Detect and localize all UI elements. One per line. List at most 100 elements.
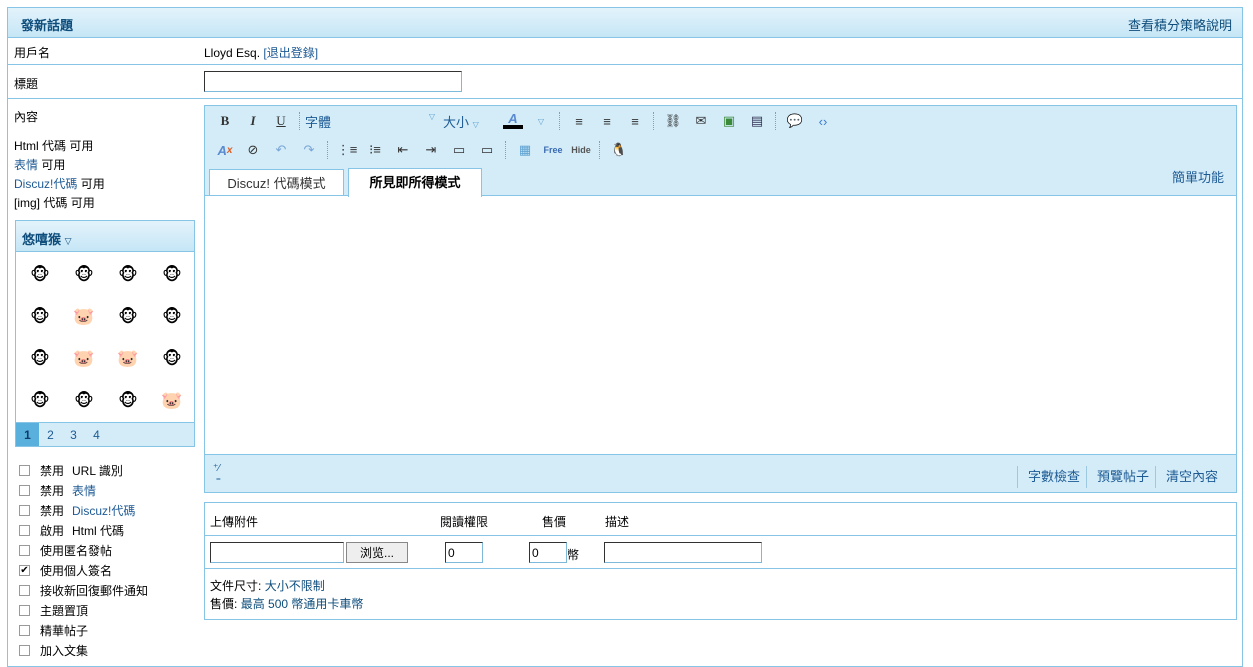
preview-button[interactable]: 預覽帖子 bbox=[1085, 466, 1149, 488]
smiley-icon[interactable]: 🐵 bbox=[62, 254, 106, 296]
unordered-list-icon[interactable]: ⁝≡ bbox=[361, 139, 389, 161]
checkbox[interactable] bbox=[19, 525, 30, 536]
unlink-icon[interactable]: ⊘ bbox=[239, 139, 267, 161]
free-icon[interactable]: Free bbox=[539, 139, 567, 161]
smiley-icon[interactable]: 🐵 bbox=[18, 338, 62, 380]
resize-handle-icon[interactable]: ⁺⁄ ₌ bbox=[213, 464, 221, 484]
italic-icon[interactable]: I bbox=[239, 110, 267, 132]
tab-code-mode[interactable]: Discuz! 代碼模式 bbox=[209, 169, 344, 196]
align-right-icon[interactable]: ≡ bbox=[621, 110, 649, 132]
smiley-icon[interactable]: 🐵 bbox=[150, 296, 194, 338]
image-icon[interactable]: ▣ bbox=[715, 110, 743, 132]
float-left-icon[interactable]: ▭ bbox=[445, 139, 473, 161]
code-icon[interactable]: ‹› bbox=[809, 110, 837, 132]
checkbox[interactable] bbox=[19, 545, 30, 556]
smilies-page-4[interactable]: 4 bbox=[85, 423, 108, 446]
email-icon[interactable]: ✉ bbox=[687, 110, 715, 132]
table-icon[interactable]: ▦ bbox=[511, 139, 539, 161]
smilies-page-2[interactable]: 2 bbox=[39, 423, 62, 446]
checkbox[interactable] bbox=[19, 605, 30, 616]
username-value: Lloyd Esq. bbox=[204, 46, 261, 60]
option-prefix: 禁用 bbox=[40, 464, 65, 478]
credit-policy-link[interactable]: 查看積分策略說明 bbox=[1128, 15, 1232, 34]
smilies-page-3[interactable]: 3 bbox=[62, 423, 85, 446]
checkbox-checked[interactable]: ✔ bbox=[19, 565, 30, 576]
hide-icon[interactable]: Hide bbox=[567, 139, 595, 161]
chevron-down-icon[interactable]: ▽ bbox=[527, 110, 555, 132]
option-label: Html 代碼 bbox=[72, 524, 125, 538]
checkbox[interactable] bbox=[19, 485, 30, 496]
option-checkbox[interactable]: 精華帖子 bbox=[19, 622, 88, 639]
underline-icon[interactable]: U bbox=[267, 110, 295, 132]
simple-mode-link[interactable]: 簡單功能 bbox=[1172, 167, 1224, 186]
smiley-icon[interactable]: 🐵 bbox=[18, 254, 62, 296]
smiley-icon[interactable]: 🐵 bbox=[62, 380, 106, 422]
editor-content-area[interactable] bbox=[205, 195, 1236, 455]
smiley-icon[interactable]: 🐵 bbox=[106, 254, 150, 296]
code-name[interactable]: 表情 bbox=[14, 158, 38, 172]
option-checkbox[interactable]: 啟用 Html 代碼 bbox=[19, 522, 124, 539]
clear-content-button[interactable]: 清空內容 bbox=[1154, 466, 1218, 488]
subject-input[interactable] bbox=[204, 71, 462, 92]
font-color-icon[interactable]: A bbox=[499, 110, 527, 132]
file-path-input[interactable] bbox=[210, 542, 344, 563]
smiley-icon[interactable]: 🐷 bbox=[150, 380, 194, 422]
font-select[interactable]: 字體 ▽ bbox=[305, 112, 435, 131]
checkbox[interactable] bbox=[19, 465, 30, 476]
smiley-icon[interactable]: 🐵 bbox=[106, 296, 150, 338]
quote-icon[interactable]: 💬 bbox=[781, 110, 809, 132]
option-checkbox[interactable]: ✔ 使用個人簽名 bbox=[19, 562, 112, 579]
checkbox[interactable] bbox=[19, 505, 30, 516]
content-label: 內容 bbox=[14, 110, 39, 124]
option-checkbox[interactable]: 使用匿名發帖 bbox=[19, 542, 112, 559]
smilies-page-1[interactable]: 1 bbox=[16, 423, 39, 446]
qq-icon[interactable]: 🐧 bbox=[605, 139, 633, 161]
option-checkbox[interactable]: 加入文集 bbox=[19, 642, 88, 659]
media-icon[interactable]: ▤ bbox=[743, 110, 771, 132]
option-label: 加入文集 bbox=[40, 644, 89, 658]
option-label: 使用匿名發帖 bbox=[40, 544, 113, 558]
align-center-icon[interactable]: ≡ bbox=[593, 110, 621, 132]
description-input[interactable] bbox=[604, 542, 762, 563]
tab-wysiwyg-mode[interactable]: 所見即所得模式 bbox=[348, 168, 482, 197]
ordered-list-icon[interactable]: ⋮≡ bbox=[333, 139, 361, 161]
redo-icon[interactable]: ↷ bbox=[295, 139, 323, 161]
size-select[interactable]: 大小 ▽ bbox=[443, 112, 499, 131]
smiley-icon[interactable]: 🐷 bbox=[62, 338, 106, 380]
option-checkbox[interactable]: 禁用 URL 識別 bbox=[19, 462, 123, 479]
link-icon[interactable]: ⛓ bbox=[659, 110, 687, 132]
smiley-icon[interactable]: 🐵 bbox=[150, 254, 194, 296]
option-checkbox[interactable]: 禁用 Discuz!代碼 bbox=[19, 502, 135, 519]
smiley-icon[interactable]: 🐵 bbox=[150, 338, 194, 380]
checkbox[interactable] bbox=[19, 585, 30, 596]
undo-icon[interactable]: ↶ bbox=[267, 139, 295, 161]
option-checkbox[interactable]: 主題置頂 bbox=[19, 602, 88, 619]
indent-icon[interactable]: ⇥ bbox=[417, 139, 445, 161]
subject-row: 標題 bbox=[8, 65, 1242, 99]
option-checkbox[interactable]: 接收新回復郵件通知 bbox=[19, 582, 148, 599]
browse-button[interactable]: 浏览... bbox=[346, 542, 408, 563]
remove-format-icon[interactable]: Ax bbox=[211, 139, 239, 161]
smiley-icon[interactable]: 🐷 bbox=[62, 296, 106, 338]
smiley-icon[interactable]: 🐵 bbox=[106, 380, 150, 422]
align-left-icon[interactable]: ≡ bbox=[565, 110, 593, 132]
float-right-icon[interactable]: ▭ bbox=[473, 139, 501, 161]
logout-link[interactable]: [退出登錄] bbox=[263, 46, 318, 60]
checkbox[interactable] bbox=[19, 625, 30, 636]
option-label: 表情 bbox=[72, 484, 97, 498]
read-permission-input[interactable] bbox=[445, 542, 483, 563]
smilies-pager: 1234 bbox=[16, 422, 194, 446]
smiley-icon[interactable]: 🐵 bbox=[18, 296, 62, 338]
price-input[interactable] bbox=[529, 542, 567, 563]
option-checkbox[interactable]: 禁用 表情 bbox=[19, 482, 96, 499]
bold-icon[interactable]: B bbox=[211, 110, 239, 132]
username-row: 用戶名 Lloyd Esq. [退出登錄] bbox=[8, 38, 1242, 65]
code-name[interactable]: Discuz!代碼 bbox=[14, 177, 77, 191]
word-count-button[interactable]: 字數檢查 bbox=[1016, 466, 1080, 488]
outdent-icon[interactable]: ⇤ bbox=[389, 139, 417, 161]
smiley-icon[interactable]: 🐵 bbox=[18, 380, 62, 422]
smiley-icon[interactable]: 🐷 bbox=[106, 338, 150, 380]
font-label: 字體 bbox=[305, 114, 332, 130]
checkbox[interactable] bbox=[19, 645, 30, 656]
smilies-header[interactable]: 悠嘻猴 ▽ bbox=[16, 221, 194, 252]
